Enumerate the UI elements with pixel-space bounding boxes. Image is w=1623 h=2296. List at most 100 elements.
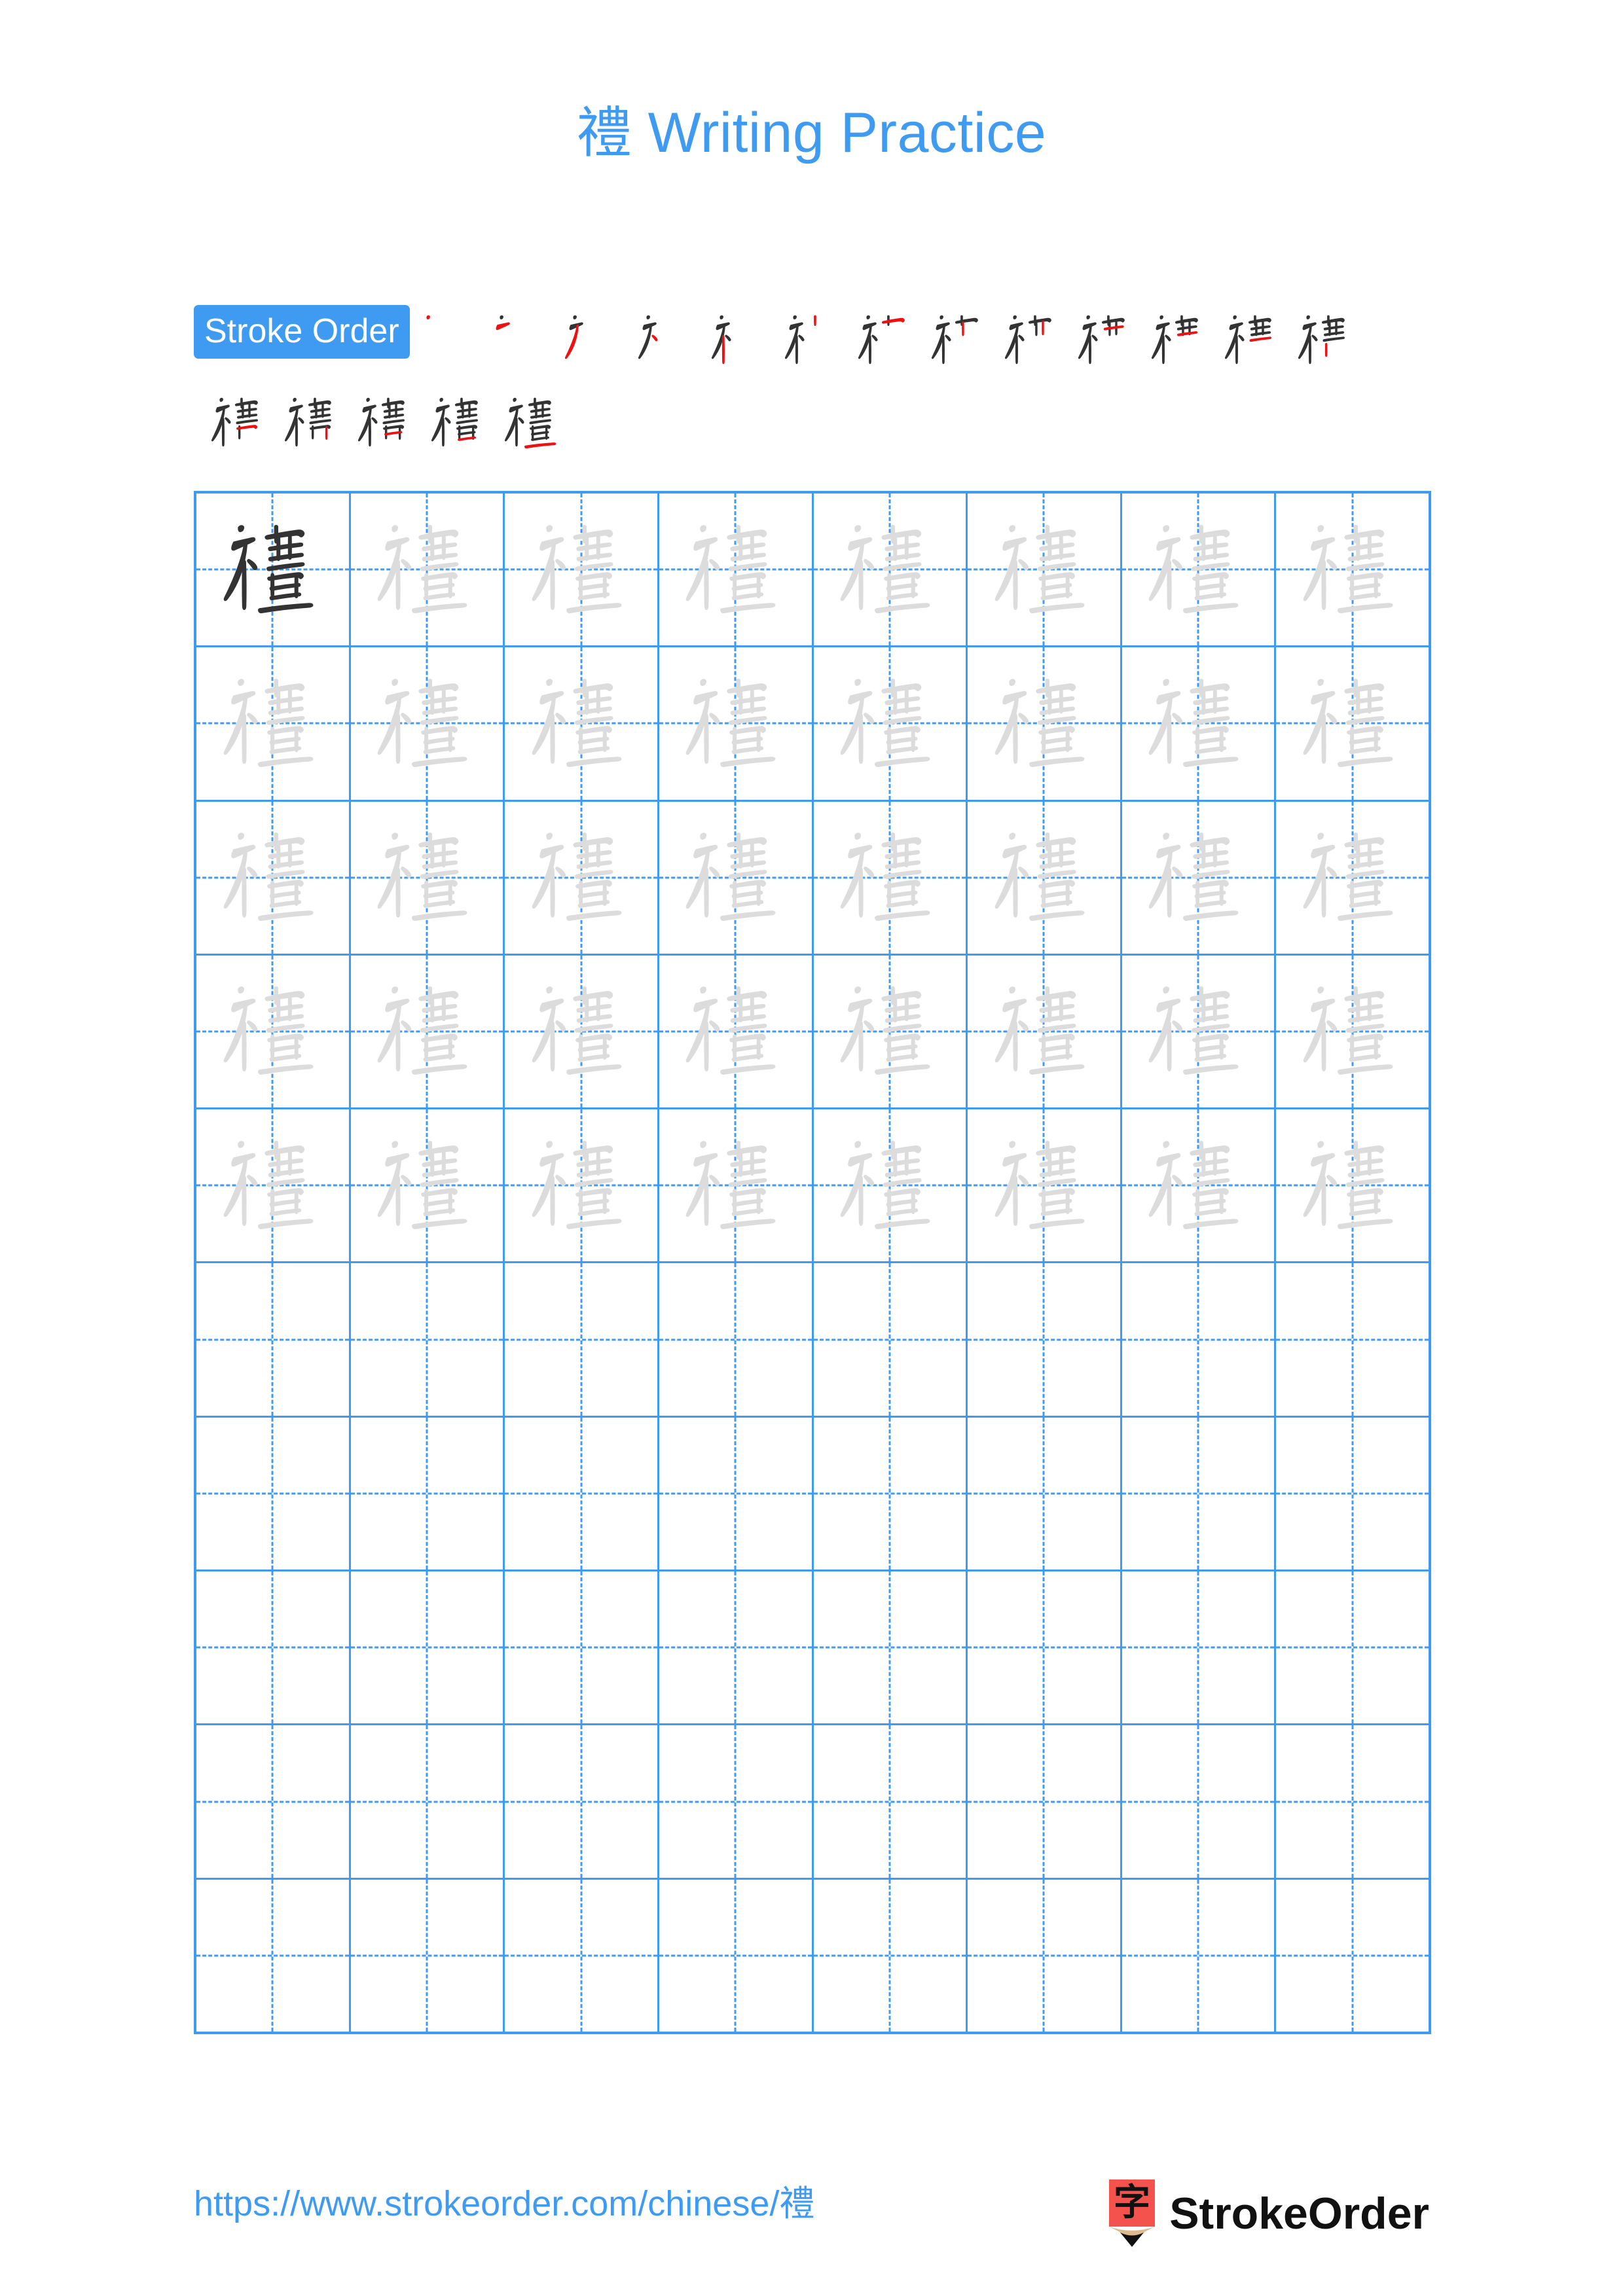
practice-cell[interactable] bbox=[350, 801, 505, 954]
practice-cell[interactable] bbox=[813, 1417, 968, 1570]
practice-cell[interactable] bbox=[505, 1725, 659, 1878]
practice-cell[interactable] bbox=[1122, 647, 1277, 800]
practice-cell[interactable] bbox=[659, 1879, 814, 2032]
practice-cell[interactable] bbox=[968, 1725, 1122, 1878]
practice-cell[interactable] bbox=[1276, 1109, 1429, 1262]
practice-cell[interactable] bbox=[505, 801, 659, 954]
practice-cell[interactable] bbox=[350, 1109, 505, 1262]
stroke-5 bbox=[703, 302, 776, 380]
trace-character bbox=[814, 647, 966, 799]
practice-cell[interactable] bbox=[1122, 1263, 1277, 1416]
practice-cell[interactable] bbox=[813, 955, 968, 1108]
footer: https://www.strokeorder.com/chinese/禮 字 … bbox=[0, 2179, 1623, 2258]
practice-cell[interactable] bbox=[659, 1571, 814, 1724]
practice-cell[interactable] bbox=[659, 1263, 814, 1416]
practice-cell[interactable] bbox=[196, 1725, 351, 1878]
stroke-order-list-row-2 bbox=[203, 385, 1431, 462]
guide-horizontal-dashed bbox=[505, 1954, 657, 1957]
practice-cell[interactable] bbox=[1276, 1263, 1429, 1416]
guide-horizontal-dashed bbox=[968, 1646, 1120, 1649]
practice-cell[interactable] bbox=[968, 493, 1122, 646]
practice-cell[interactable] bbox=[196, 493, 351, 646]
practice-cell[interactable] bbox=[505, 1879, 659, 2032]
practice-cell[interactable] bbox=[659, 1109, 814, 1262]
practice-cell[interactable] bbox=[968, 955, 1122, 1108]
practice-cell[interactable] bbox=[813, 1879, 968, 2032]
guide-horizontal-dashed bbox=[1122, 1954, 1275, 1957]
practice-cell[interactable] bbox=[813, 1571, 968, 1724]
practice-cell[interactable] bbox=[813, 1725, 968, 1878]
trace-character bbox=[505, 647, 657, 799]
trace-character bbox=[1276, 493, 1429, 645]
practice-cell[interactable] bbox=[968, 801, 1122, 954]
practice-cell[interactable] bbox=[196, 1109, 351, 1262]
practice-cell[interactable] bbox=[813, 1109, 968, 1262]
practice-cell[interactable] bbox=[505, 955, 659, 1108]
practice-cell[interactable] bbox=[1122, 1109, 1277, 1262]
practice-cell[interactable] bbox=[196, 1263, 351, 1416]
practice-cell[interactable] bbox=[813, 1263, 968, 1416]
practice-cell[interactable] bbox=[659, 493, 814, 646]
practice-cell[interactable] bbox=[813, 647, 968, 800]
trace-character bbox=[1276, 1109, 1429, 1261]
trace-character bbox=[1122, 956, 1275, 1107]
practice-cell[interactable] bbox=[505, 493, 659, 646]
trace-character bbox=[814, 802, 966, 954]
practice-cell[interactable] bbox=[1122, 1417, 1277, 1570]
practice-cell[interactable] bbox=[1276, 493, 1429, 646]
practice-cell[interactable] bbox=[813, 801, 968, 954]
practice-cell[interactable] bbox=[968, 1879, 1122, 2032]
practice-cell[interactable] bbox=[196, 1571, 351, 1724]
practice-cell[interactable] bbox=[968, 647, 1122, 800]
practice-cell[interactable] bbox=[350, 1725, 505, 1878]
practice-cell[interactable] bbox=[505, 1109, 659, 1262]
practice-cell[interactable] bbox=[1276, 1725, 1429, 1878]
practice-cell[interactable] bbox=[968, 1109, 1122, 1262]
practice-cell[interactable] bbox=[1276, 801, 1429, 954]
practice-cell[interactable] bbox=[350, 1263, 505, 1416]
practice-cell[interactable] bbox=[659, 1725, 814, 1878]
practice-cell[interactable] bbox=[350, 955, 505, 1108]
practice-cell[interactable] bbox=[659, 801, 814, 954]
practice-cell[interactable] bbox=[968, 1571, 1122, 1724]
practice-cell[interactable] bbox=[350, 1417, 505, 1570]
practice-cell[interactable] bbox=[968, 1263, 1122, 1416]
practice-cell[interactable] bbox=[1276, 1417, 1429, 1570]
trace-character bbox=[659, 1109, 812, 1261]
practice-cell[interactable] bbox=[505, 1571, 659, 1724]
practice-cell[interactable] bbox=[1122, 955, 1277, 1108]
practice-cell[interactable] bbox=[1276, 955, 1429, 1108]
practice-cell[interactable] bbox=[1122, 801, 1277, 954]
practice-cell[interactable] bbox=[196, 1417, 351, 1570]
footer-url-character: 禮 bbox=[779, 2183, 815, 2224]
practice-cell[interactable] bbox=[659, 955, 814, 1108]
trace-character bbox=[659, 647, 812, 799]
practice-cell[interactable] bbox=[350, 647, 505, 800]
practice-cell[interactable] bbox=[350, 1571, 505, 1724]
practice-cell[interactable] bbox=[1276, 647, 1429, 800]
practice-cell[interactable] bbox=[350, 1879, 505, 2032]
guide-horizontal-dashed bbox=[1276, 1646, 1429, 1649]
practice-cell[interactable] bbox=[505, 1263, 659, 1416]
practice-cell[interactable] bbox=[505, 1417, 659, 1570]
practice-cell[interactable] bbox=[1276, 1571, 1429, 1724]
practice-cell[interactable] bbox=[968, 1417, 1122, 1570]
practice-row bbox=[196, 1263, 1429, 1418]
practice-cell[interactable] bbox=[1122, 1571, 1277, 1724]
practice-cell[interactable] bbox=[1276, 1879, 1429, 2032]
practice-cell[interactable] bbox=[659, 1417, 814, 1570]
practice-cell[interactable] bbox=[505, 647, 659, 800]
trace-character bbox=[351, 802, 503, 954]
practice-cell[interactable] bbox=[196, 801, 351, 954]
practice-cell[interactable] bbox=[813, 493, 968, 646]
practice-cell[interactable] bbox=[1122, 1725, 1277, 1878]
practice-cell[interactable] bbox=[1122, 1879, 1277, 2032]
practice-cell[interactable] bbox=[196, 955, 351, 1108]
practice-cell[interactable] bbox=[659, 647, 814, 800]
footer-url-link[interactable]: https://www.strokeorder.com/chinese/禮 bbox=[194, 2183, 815, 2224]
practice-cell[interactable] bbox=[196, 1879, 351, 2032]
stroke-4 bbox=[630, 302, 703, 380]
practice-cell[interactable] bbox=[350, 493, 505, 646]
practice-cell[interactable] bbox=[1122, 493, 1277, 646]
practice-cell[interactable] bbox=[196, 647, 351, 800]
